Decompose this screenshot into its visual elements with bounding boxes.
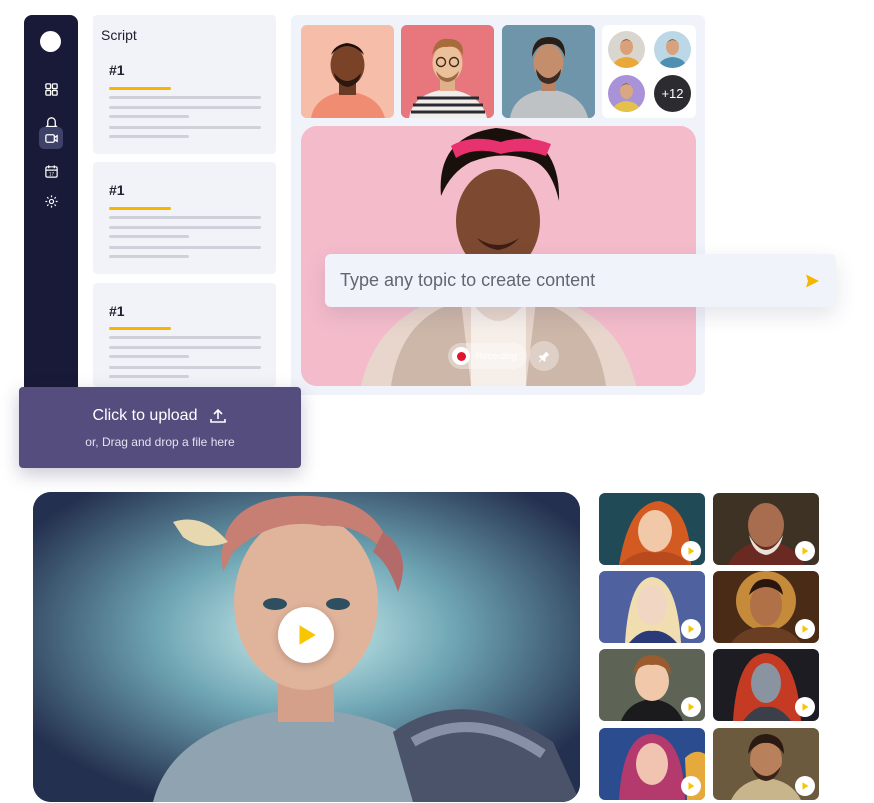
gallery-thumb[interactable] <box>599 493 705 565</box>
avatar-more-group[interactable]: +12 <box>602 25 696 118</box>
script-progress-bar <box>109 327 171 330</box>
upload-icon <box>210 408 227 423</box>
play-icon[interactable] <box>795 541 815 561</box>
gallery-thumb[interactable] <box>599 571 705 643</box>
upload-title: Click to upload <box>92 407 198 424</box>
calendar-icon[interactable]: 17 <box>39 160 63 182</box>
script-line <box>109 216 261 219</box>
send-icon <box>806 274 819 287</box>
gallery-thumb[interactable] <box>713 649 819 721</box>
script-card[interactable]: #1 <box>93 283 276 387</box>
script-line <box>109 366 261 369</box>
mini-avatar[interactable] <box>654 31 691 68</box>
user-avatar[interactable] <box>40 31 61 52</box>
script-card-number: #1 <box>109 303 125 319</box>
play-icon[interactable] <box>681 541 701 561</box>
script-line <box>109 336 261 339</box>
script-line <box>109 355 189 358</box>
avatar-panel: +12 Recording <box>291 15 705 395</box>
script-line <box>109 375 189 378</box>
script-line <box>109 96 261 99</box>
script-card[interactable]: Script #1 <box>93 15 276 154</box>
play-icon[interactable] <box>795 697 815 717</box>
topic-input-bar <box>325 254 836 307</box>
script-card-number: #1 <box>109 182 125 198</box>
gallery-thumb[interactable] <box>713 571 819 643</box>
play-icon[interactable] <box>681 776 701 796</box>
mini-avatar[interactable] <box>608 75 645 112</box>
avatar-option-2[interactable] <box>401 25 494 118</box>
script-progress-bar <box>109 87 171 90</box>
play-icon[interactable] <box>681 697 701 717</box>
script-line <box>109 246 261 249</box>
pin-icon <box>538 351 549 362</box>
gallery-thumb[interactable] <box>599 728 705 800</box>
script-progress-bar <box>109 207 171 210</box>
recording-label: Recording <box>476 351 518 361</box>
gear-icon[interactable] <box>39 190 63 212</box>
video-icon[interactable] <box>39 127 63 149</box>
script-line <box>109 255 189 258</box>
script-line <box>109 126 261 129</box>
avatar-option-1[interactable] <box>301 25 394 118</box>
more-avatars-count[interactable]: +12 <box>654 75 691 112</box>
upload-subtitle: or, Drag and drop a file here <box>85 435 235 449</box>
gallery-thumb[interactable] <box>599 649 705 721</box>
gallery-thumb[interactable] <box>713 493 819 565</box>
play-icon[interactable] <box>681 619 701 639</box>
script-line <box>109 135 189 138</box>
script-line <box>109 106 261 109</box>
mini-avatar[interactable] <box>608 31 645 68</box>
recording-indicator[interactable]: Recording <box>448 343 528 369</box>
play-button[interactable] <box>278 607 334 663</box>
sidebar: 17 <box>24 15 78 395</box>
topic-input[interactable] <box>340 270 802 291</box>
play-icon[interactable] <box>795 619 815 639</box>
pin-button[interactable] <box>529 341 559 371</box>
calendar-day: 17 <box>49 171 54 176</box>
script-card-number: #1 <box>109 62 125 78</box>
play-icon <box>299 625 316 645</box>
script-line <box>109 346 261 349</box>
play-icon[interactable] <box>795 776 815 796</box>
script-card[interactable]: #1 <box>93 162 276 274</box>
gallery-thumb[interactable] <box>713 728 819 800</box>
record-dot-icon <box>452 347 470 365</box>
upload-dropzone[interactable]: Click to upload or, Drag and drop a file… <box>19 387 301 468</box>
avatar-option-3[interactable] <box>502 25 595 118</box>
featured-video[interactable] <box>33 492 580 802</box>
script-line <box>109 226 261 229</box>
grid-icon[interactable] <box>39 78 63 100</box>
send-button[interactable] <box>802 271 822 291</box>
script-line <box>109 115 189 118</box>
script-title: Script <box>101 27 137 43</box>
script-line <box>109 235 189 238</box>
